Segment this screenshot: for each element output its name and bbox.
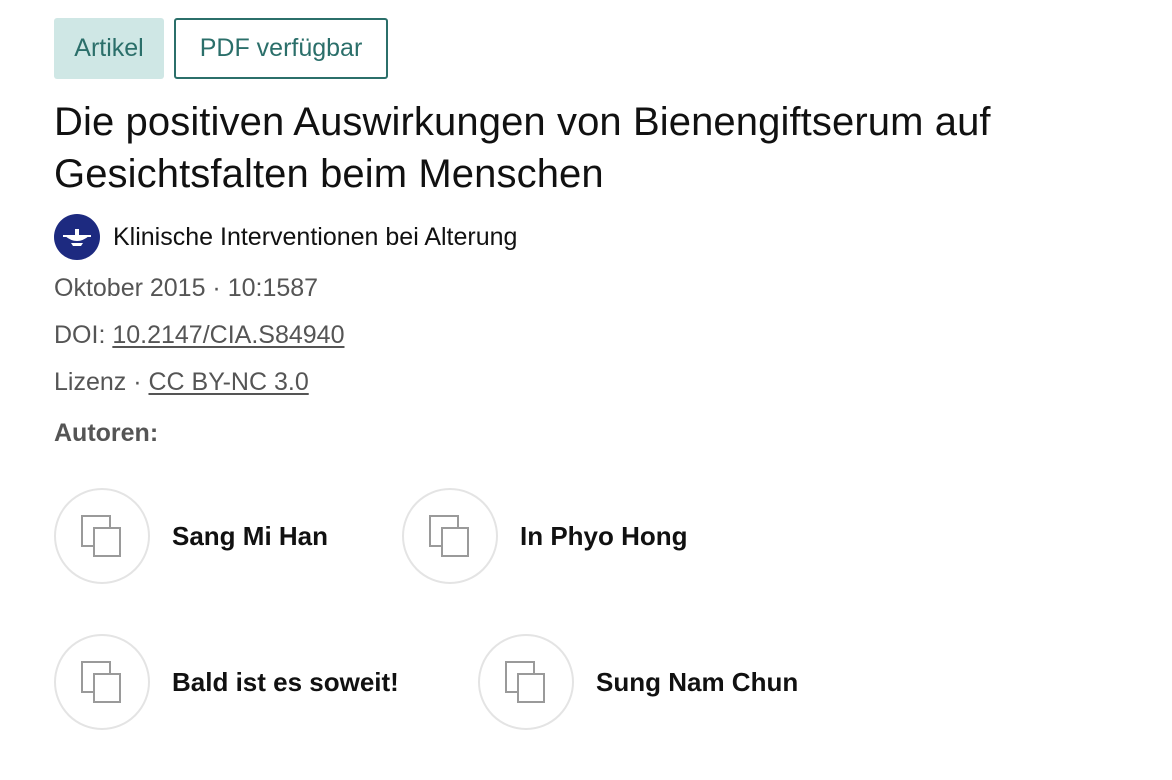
- author-placeholder-icon: [478, 634, 574, 730]
- article-title-line-2: Gesichtsfalten beim Menschen: [54, 152, 604, 196]
- author-item[interactable]: In Phyo Hong: [402, 488, 688, 584]
- author-name[interactable]: Bald ist es soweit!: [172, 667, 399, 698]
- publication-date-volume: Oktober 2015 · 10:1587: [54, 274, 319, 302]
- doi-row: DOI: 10.2147/CIA.S84940: [54, 312, 1144, 359]
- article-title: Die positiven Auswirkungen von Bienengif…: [54, 96, 1144, 200]
- author-placeholder-icon: [402, 488, 498, 584]
- license-label: Lizenz ·: [54, 368, 149, 396]
- article-header: Artikel PDF verfügbar Die positiven Ausw…: [54, 18, 1144, 730]
- article-title-line-1: Die positiven Auswirkungen von Bienengif…: [54, 100, 991, 144]
- authors-list: Sang Mi Han In Phyo Hong Bald ist es sow…: [54, 488, 1144, 748]
- article-type-badge: Artikel: [54, 18, 164, 79]
- author-item[interactable]: Bald ist es soweit!: [54, 634, 399, 730]
- author-item[interactable]: Sung Nam Chun: [478, 634, 798, 730]
- badge-row: Artikel PDF verfügbar: [54, 18, 1144, 79]
- license-row: Lizenz · CC BY-NC 3.0: [54, 359, 1144, 406]
- license-link[interactable]: CC BY-NC 3.0: [148, 368, 308, 396]
- author-name[interactable]: Sang Mi Han: [172, 521, 328, 552]
- authors-heading: Autoren:: [54, 419, 159, 447]
- pdf-available-button[interactable]: PDF verfügbar: [174, 18, 388, 79]
- author-name[interactable]: Sung Nam Chun: [596, 667, 798, 698]
- doi-link[interactable]: 10.2147/CIA.S84940: [112, 321, 344, 349]
- doi-label: DOI:: [54, 321, 113, 349]
- journal-name[interactable]: Klinische Interventionen bei Alterung: [113, 223, 517, 252]
- author-item[interactable]: Sang Mi Han: [54, 488, 328, 584]
- journal-logo-icon: [54, 214, 100, 260]
- author-placeholder-icon: [54, 634, 150, 730]
- author-placeholder-icon: [54, 488, 150, 584]
- journal-info[interactable]: Klinische Interventionen bei Alterung: [54, 214, 1144, 260]
- author-name[interactable]: In Phyo Hong: [520, 521, 688, 552]
